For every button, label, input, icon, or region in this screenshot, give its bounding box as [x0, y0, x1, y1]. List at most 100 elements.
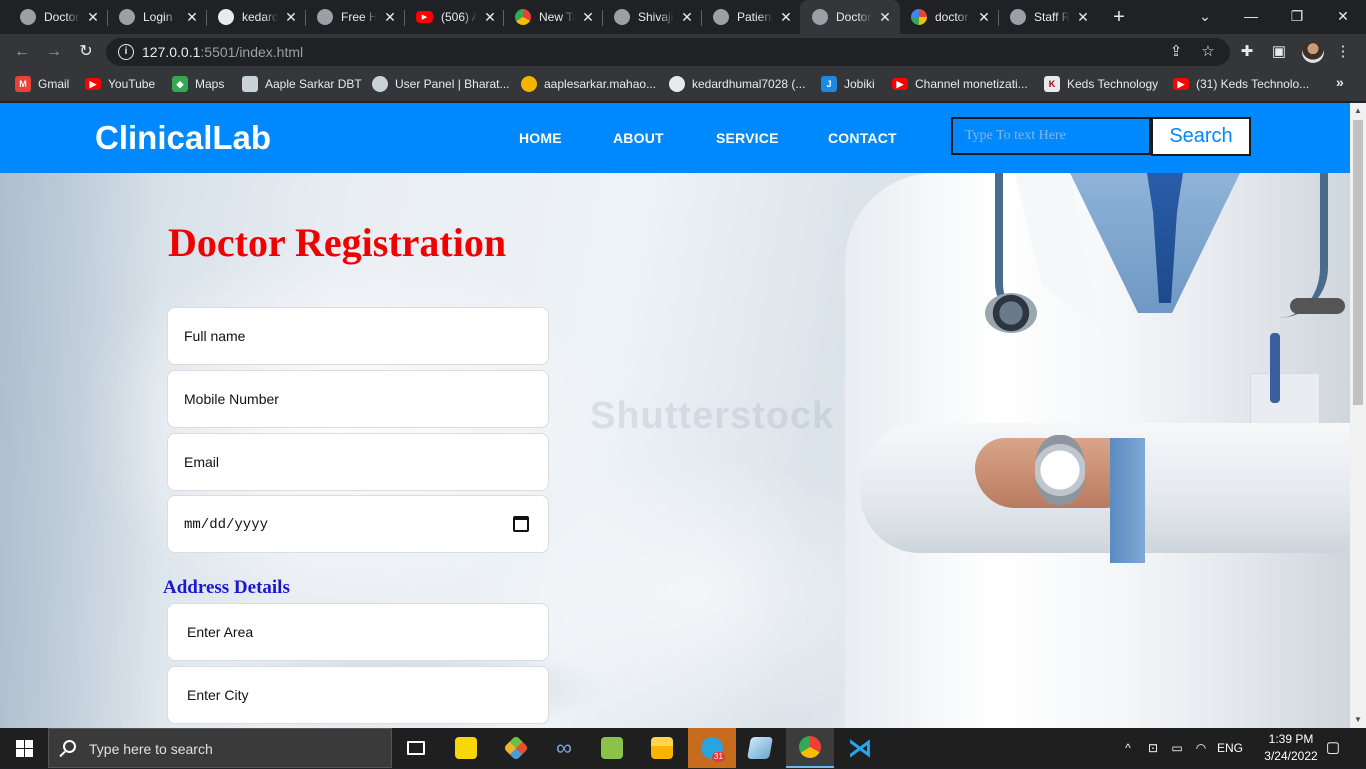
area-field[interactable]	[167, 603, 549, 661]
taskbar-editor[interactable]	[588, 728, 636, 768]
close-tab-icon[interactable]: ✕	[581, 9, 595, 26]
browser-tab[interactable]: Free HTML ✕	[305, 0, 397, 34]
close-tab-icon[interactable]: ✕	[483, 9, 497, 26]
browser-tab[interactable]: Patient ✕	[701, 0, 793, 34]
tray-overflow-icon[interactable]: ^	[1118, 728, 1138, 768]
profile-avatar[interactable]	[1302, 41, 1324, 63]
page-scrollbar[interactable]: ▲ ▼	[1350, 103, 1366, 728]
tab-title: Patient	[737, 10, 773, 24]
reload-button[interactable]: ↻	[72, 38, 100, 66]
scroll-up-icon[interactable]: ▲	[1350, 103, 1366, 119]
bookmarks-overflow-icon[interactable]: »	[1336, 74, 1344, 90]
maps-icon: ◆	[172, 76, 188, 92]
taskbar-vscode[interactable]: ⋊	[836, 728, 884, 768]
close-tab-icon[interactable]: ✕	[185, 9, 199, 26]
site-info-icon[interactable]: i	[118, 44, 134, 60]
browser-tab[interactable]: Staff R ✕	[998, 0, 1090, 34]
restore-button[interactable]: ❐	[1274, 0, 1320, 34]
tab-title: (506) A	[441, 10, 477, 24]
side-panel-icon[interactable]: ▣	[1269, 42, 1289, 62]
close-tab-icon[interactable]: ✕	[1076, 9, 1090, 26]
close-tab-icon[interactable]: ✕	[779, 9, 793, 26]
battery-icon[interactable]: ▭	[1166, 728, 1188, 768]
email-field[interactable]	[167, 433, 549, 491]
globe-icon	[317, 9, 333, 25]
close-tab-icon[interactable]: ✕	[977, 9, 991, 26]
calendar-icon[interactable]	[513, 516, 529, 532]
hero-background: Shutterstock Doctor Registration mm/dd/y…	[0, 173, 1350, 728]
share-icon[interactable]: ⇪	[1166, 42, 1186, 62]
close-tab-icon[interactable]: ✕	[284, 9, 298, 26]
mobile-number-field[interactable]	[167, 370, 549, 428]
bookmark-keds-youtube[interactable]: ▶ (31) Keds Technolo...	[1173, 70, 1309, 98]
taskbar-infinity-app[interactable]: ∞	[540, 728, 588, 768]
notifications-icon[interactable]: ▢	[1322, 728, 1344, 768]
browser-tab[interactable]: ▶ (506) A ✕	[404, 0, 497, 34]
sun-icon	[521, 76, 537, 92]
bookmark-label: (31) Keds Technolo...	[1196, 77, 1310, 91]
browser-tab[interactable]: doctor ✕	[899, 0, 991, 34]
close-tab-icon[interactable]: ✕	[878, 9, 892, 26]
bookmark-aaple-sarkar[interactable]: Aaple Sarkar DBT	[242, 70, 362, 98]
city-field[interactable]	[167, 666, 549, 724]
taskbar-sticky-notes[interactable]	[442, 728, 490, 768]
minimize-button[interactable]: —	[1228, 0, 1274, 34]
menu-icon[interactable]: ⋮	[1333, 42, 1353, 62]
wifi-icon[interactable]: ◠	[1190, 728, 1212, 768]
close-tab-icon[interactable]: ✕	[383, 9, 397, 26]
browser-tab-active[interactable]: Doctor ✕	[800, 0, 900, 34]
bookmark-label: Channel monetizati...	[915, 77, 1028, 91]
taskbar-file-explorer[interactable]	[638, 728, 686, 768]
bookmark-star-icon[interactable]: ☆	[1198, 42, 1218, 62]
forward-button[interactable]: →	[40, 38, 68, 66]
site-logo[interactable]: ClinicalLab	[95, 119, 271, 157]
date-field[interactable]: mm/dd/yyyy	[167, 495, 549, 553]
url-text[interactable]: 127.0.0.1:5501/index.html	[142, 38, 303, 66]
extensions-icon[interactable]: ✚	[1237, 42, 1257, 62]
browser-tab[interactable]: Doctor ✕	[8, 0, 100, 34]
browser-tab[interactable]: Shivaji ✕	[602, 0, 694, 34]
bookmark-youtube[interactable]: ▶ YouTube	[85, 70, 155, 98]
nav-service[interactable]: SERVICE	[716, 130, 779, 146]
tab-search-icon[interactable]: ⌄	[1182, 0, 1228, 34]
meet-icon[interactable]: ⊡	[1142, 728, 1164, 768]
bookmark-user-panel[interactable]: User Panel | Bharat...	[372, 70, 510, 98]
new-tab-button[interactable]: +	[1108, 4, 1130, 30]
full-name-field[interactable]	[167, 307, 549, 365]
language-indicator[interactable]: ENG	[1214, 728, 1246, 768]
bookmark-github[interactable]: kedardhumal7028 (...	[669, 70, 805, 98]
bookmark-label: User Panel | Bharat...	[395, 77, 510, 91]
close-window-button[interactable]: ✕	[1320, 0, 1366, 34]
nav-about[interactable]: ABOUT	[613, 130, 664, 146]
bookmark-keds-technology[interactable]: K Keds Technology	[1044, 70, 1158, 98]
browser-tab[interactable]: Login ✕	[107, 0, 199, 34]
task-view-button[interactable]	[392, 728, 440, 768]
bookmark-jobiki[interactable]: J Jobiki	[821, 70, 875, 98]
address-bar[interactable]: i 127.0.0.1:5501/index.html ⇪ ☆	[106, 38, 1230, 66]
editor-icon	[601, 737, 623, 759]
site-search-input[interactable]	[951, 117, 1151, 155]
back-button[interactable]: ←	[8, 38, 36, 66]
browser-tab[interactable]: kedardhumal ✕	[206, 0, 298, 34]
globe-icon	[713, 9, 729, 25]
bookmark-maps[interactable]: ◆ Maps	[172, 70, 224, 98]
close-tab-icon[interactable]: ✕	[86, 9, 100, 26]
site-search-button[interactable]: Search	[1151, 117, 1251, 156]
scroll-down-icon[interactable]: ▼	[1350, 712, 1366, 728]
nav-contact[interactable]: CONTACT	[828, 130, 897, 146]
bookmark-aaplesarkar[interactable]: aaplesarkar.mahao...	[521, 70, 656, 98]
taskbar-search[interactable]: Type here to search	[48, 728, 392, 768]
scrollbar-thumb[interactable]	[1353, 120, 1363, 405]
taskbar-git[interactable]	[492, 728, 540, 768]
taskbar-clock[interactable]: 1:39 PM 3/24/2022	[1256, 731, 1326, 765]
start-button[interactable]	[0, 728, 48, 768]
google-icon	[911, 9, 927, 25]
nav-home[interactable]: HOME	[519, 130, 562, 146]
bookmark-gmail[interactable]: M Gmail	[15, 70, 69, 98]
bookmark-channel-monetization[interactable]: ▶ Channel monetizati...	[892, 70, 1028, 98]
taskbar-glass-app[interactable]	[736, 728, 784, 768]
taskbar-chrome[interactable]	[786, 728, 834, 768]
taskbar-telegram[interactable]: 31	[688, 728, 736, 768]
close-tab-icon[interactable]: ✕	[680, 9, 694, 26]
browser-tab[interactable]: New Tab ✕	[503, 0, 595, 34]
